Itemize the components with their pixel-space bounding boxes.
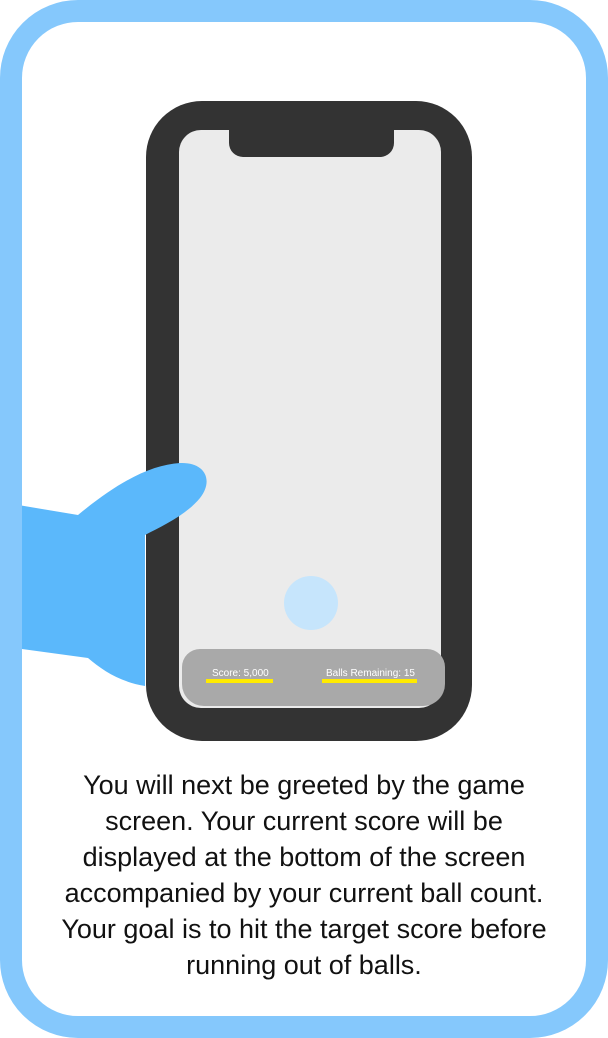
score-underline — [206, 679, 273, 683]
balls-remaining-underline — [322, 679, 417, 683]
instruction-text: You will next be greeted by the game scr… — [61, 770, 547, 980]
score-hud: Score: 5,000 Balls Remaining: 15 — [182, 649, 445, 706]
tutorial-card: Score: 5,000 Balls Remaining: 15 You wil… — [0, 0, 608, 1038]
phone-notch — [229, 118, 394, 157]
game-ball — [284, 576, 338, 630]
